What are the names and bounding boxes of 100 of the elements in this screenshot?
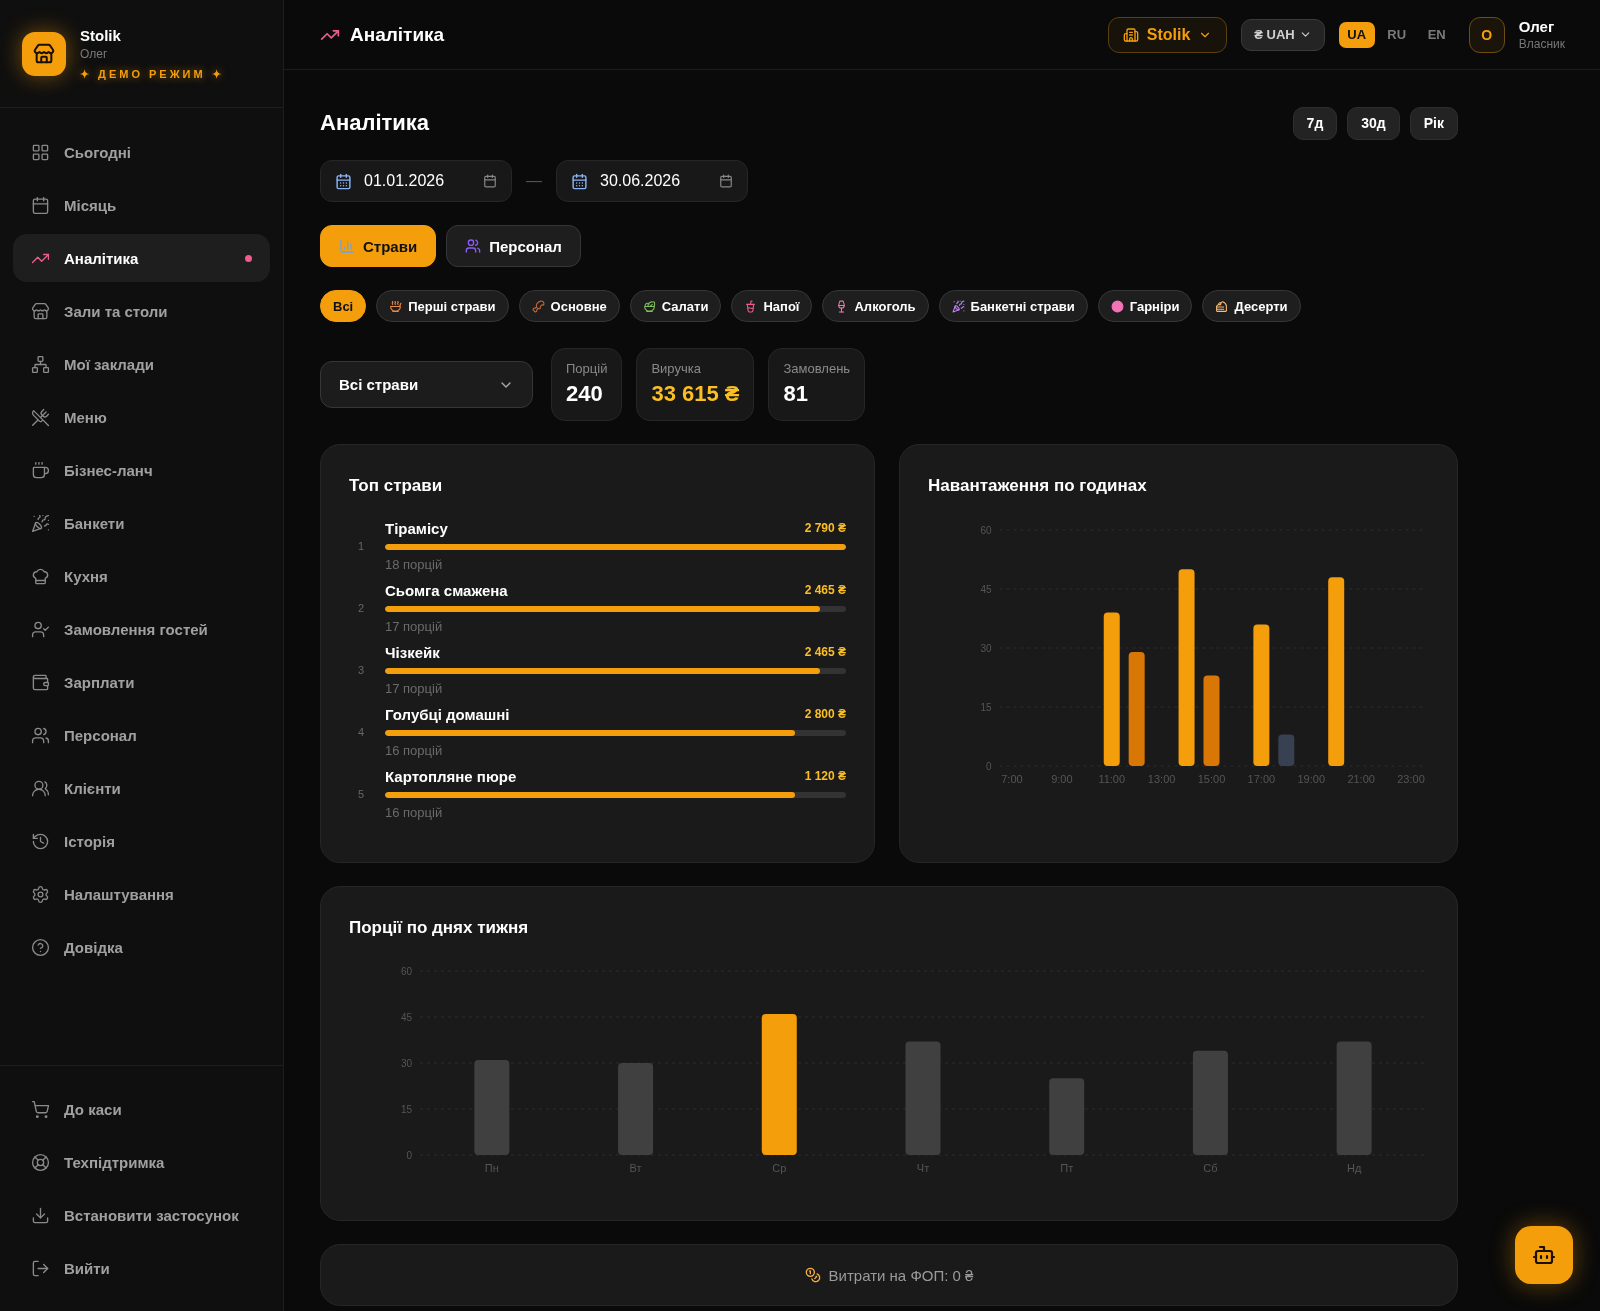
logout-icon [31, 1258, 50, 1278]
nav-label: До каси [64, 1100, 122, 1118]
nav-item[interactable]: Сьогодні [13, 128, 270, 176]
nav-item[interactable]: Довідка [13, 923, 270, 971]
language-button[interactable]: RU [1378, 21, 1415, 48]
cart-icon [31, 1099, 50, 1119]
dish-name: Голубці домашні [385, 705, 510, 723]
soup-icon [389, 299, 403, 313]
nav-item[interactable]: Бізнес-ланч [13, 446, 270, 494]
cup-icon [744, 299, 758, 313]
category-chip[interactable]: Перші страви [376, 290, 509, 322]
cup-icon [31, 460, 50, 480]
rank-number: 3 [356, 664, 366, 676]
user-avatar[interactable]: О [1468, 16, 1505, 53]
stat-value: 81 [783, 381, 809, 407]
nav-item[interactable]: Клієнти [13, 764, 270, 812]
stat-value: 33 615 ₴ [651, 381, 740, 407]
users-icon [31, 778, 50, 798]
category-chip[interactable]: Десерти [1202, 290, 1301, 322]
dish-portions: 18 порцій [385, 556, 444, 574]
nav-label: Історія [64, 832, 115, 850]
nav-label: Вийти [64, 1259, 110, 1277]
axis-label: 17:00 [1247, 773, 1276, 785]
category-chip[interactable]: Алкоголь [822, 290, 929, 322]
nav-item[interactable]: Персонал [13, 711, 270, 759]
dish-portions: 16 порцій [385, 742, 444, 760]
axis-label: 30 [980, 643, 992, 654]
nav-item[interactable]: Місяць [13, 181, 270, 229]
nav-label: Персонал [64, 726, 137, 744]
nav-label: Техпідтримка [64, 1153, 165, 1171]
nav-item[interactable]: Мої заклади [13, 340, 270, 388]
cake-icon [1215, 299, 1229, 313]
stat-label: Порцій [566, 361, 608, 376]
stat-label: Виручка [651, 361, 702, 376]
axis-label: Сб [1203, 1162, 1218, 1174]
dish-revenue: 2 465 ₴ [804, 583, 846, 597]
period-button[interactable]: 7д [1292, 106, 1338, 140]
nav-label: Налаштування [64, 885, 174, 903]
card-title: Топ страви [349, 475, 444, 497]
language-button[interactable]: EN [1418, 21, 1455, 48]
party-popper-icon [31, 513, 50, 533]
nav-item[interactable]: Вийти [13, 1244, 270, 1292]
date-field[interactable]: 30.06.2026 [556, 160, 748, 202]
nav-label: Мої заклади [64, 355, 154, 373]
user-name: Олег [1518, 18, 1556, 35]
venue-button[interactable]: Stolik [1107, 16, 1228, 53]
category-chip[interactable]: Гарніри [1097, 290, 1193, 322]
nav-item[interactable]: Замовлення гостей [13, 605, 270, 653]
nav-item[interactable]: Встановити застосунок [13, 1191, 270, 1239]
robot-icon [1532, 1243, 1556, 1267]
nav-item[interactable]: Історія [13, 817, 270, 865]
category-chip[interactable]: Всі [320, 290, 367, 322]
nav-item[interactable]: Меню [13, 393, 270, 441]
axis-label: Пн [484, 1162, 499, 1174]
nav-item[interactable]: Техпідтримка [13, 1138, 270, 1186]
demo-mode-label: ✦ ДЕМО РЕЖИМ ✦ [80, 67, 224, 81]
nav-label: Довідка [64, 938, 123, 956]
stat-value: 240 [566, 381, 604, 407]
tab[interactable]: Страви [320, 225, 437, 267]
nav-item[interactable]: Зали та столи [13, 287, 270, 335]
category-chip[interactable]: Салати [629, 290, 722, 322]
axis-label: 23:00 [1397, 773, 1425, 785]
nav-label: Зали та столи [64, 302, 168, 320]
axis-label: 19:00 [1297, 773, 1326, 785]
nav-label: Кухня [64, 567, 108, 585]
category-chip[interactable]: Банкетні страви [938, 290, 1088, 322]
language-button[interactable]: UA [1338, 21, 1375, 48]
category-chip[interactable]: Основне [518, 290, 620, 322]
axis-label: 15 [980, 702, 992, 713]
grid-icon [31, 142, 50, 162]
assistant-button[interactable] [1515, 1226, 1573, 1284]
nav-item[interactable]: Налаштування [13, 870, 270, 918]
tab[interactable]: Персонал [446, 225, 581, 267]
category-chip[interactable]: Напої [731, 290, 813, 322]
rank-number: 2 [356, 602, 366, 614]
currency-select[interactable]: ₴ UAH [1241, 18, 1325, 51]
period-button[interactable]: Рік [1409, 106, 1458, 140]
card-title: Навантаження по годинах [928, 475, 1148, 497]
nav-label: Бізнес-ланч [64, 461, 153, 479]
dish-portions: 17 порцій [385, 680, 444, 698]
dish-name: Чізкейк [385, 643, 440, 661]
chart-bar [1278, 734, 1295, 766]
date-field[interactable]: 01.01.2026 [320, 160, 512, 202]
nav-item[interactable]: Аналітика [13, 234, 270, 282]
nav-label: Зарплати [64, 673, 135, 691]
axis-label: 13:00 [1147, 773, 1176, 785]
brand-user: Олег [80, 46, 109, 61]
nav-item[interactable]: До каси [13, 1085, 270, 1133]
dish-name: Тірамісу [385, 519, 448, 537]
period-button[interactable]: 30д [1347, 106, 1400, 140]
settings-icon [31, 884, 50, 904]
download-icon [31, 1205, 50, 1225]
nav-item[interactable]: Кухня [13, 552, 270, 600]
axis-label: 45 [400, 1012, 412, 1023]
axis-label: 60 [980, 525, 992, 536]
brand-name: Stolik [80, 26, 122, 44]
nav-item[interactable]: Зарплати [13, 658, 270, 706]
nav-item[interactable]: Банкети [13, 499, 270, 547]
card-title: Порції по днях тижня [349, 917, 530, 939]
dish-select[interactable]: Всі страви [320, 361, 533, 408]
